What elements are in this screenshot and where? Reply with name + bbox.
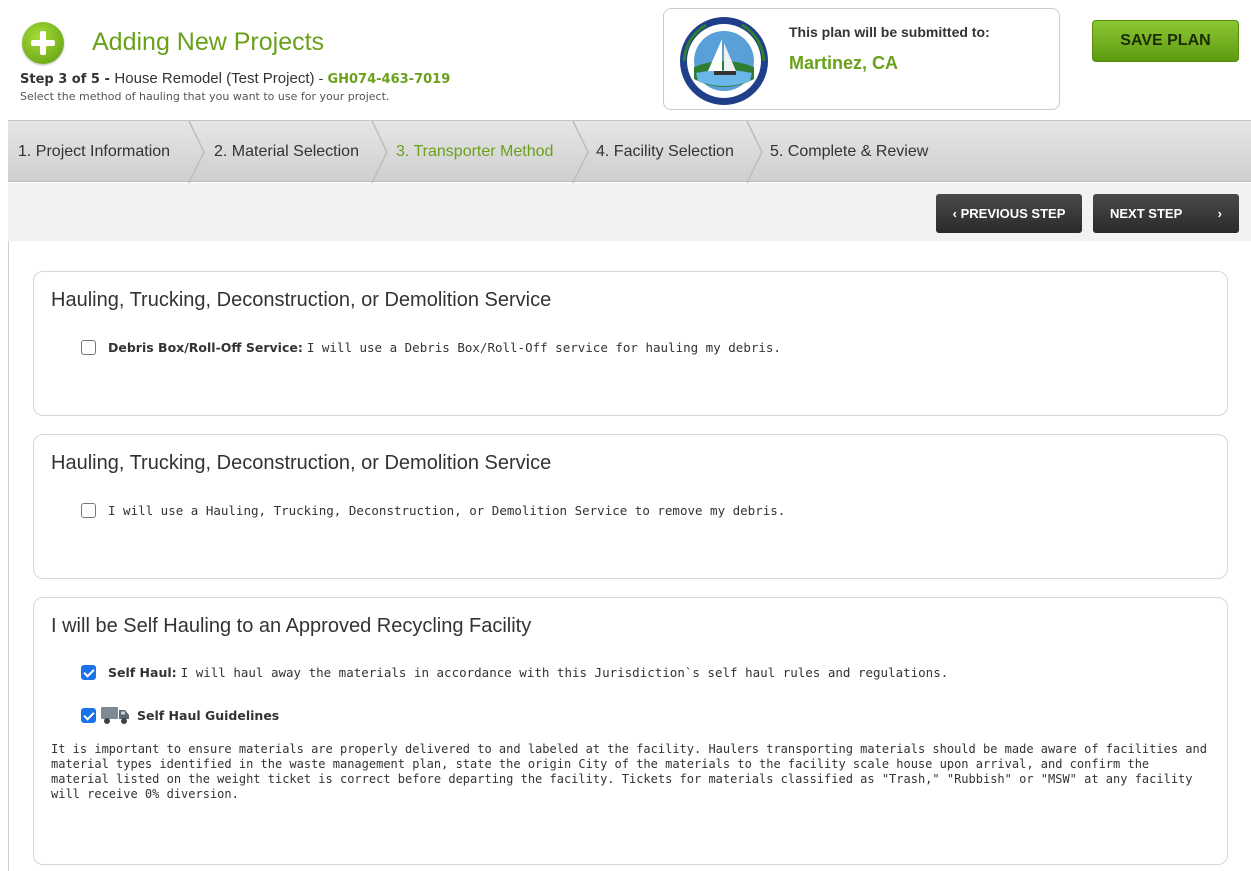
step-material-selection[interactable]: 2. Material Selection: [214, 121, 359, 183]
previous-step-label: PREVIOUS STEP: [960, 206, 1066, 221]
option-text: I will haul away the materials in accord…: [180, 665, 949, 680]
step-project-information[interactable]: 1. Project Information: [18, 121, 170, 183]
panel-title: I will be Self Hauling to an Approved Re…: [51, 615, 532, 637]
step-transporter-method[interactable]: 3. Transporter Method: [396, 121, 553, 183]
self-haul-panel: I will be Self Hauling to an Approved Re…: [33, 597, 1228, 865]
truck-icon: [101, 707, 129, 724]
hauling-service-panel: Hauling, Trucking, Deconstruction, or De…: [33, 434, 1228, 579]
step-description: Select the method of hauling that you wa…: [20, 90, 390, 103]
separator: -: [314, 72, 328, 87]
self-haul-guidelines-text: It is important to ensure materials are …: [51, 742, 1207, 801]
self-haul-guidelines-option[interactable]: Self Haul Guidelines: [81, 704, 283, 726]
debris-box-panel: Hauling, Trucking, Deconstruction, or De…: [33, 271, 1228, 416]
step-prefix: Step 3 of 5 -: [20, 72, 115, 87]
save-plan-button[interactable]: SAVE PLAN: [1092, 20, 1239, 62]
step-divider-icon: [746, 121, 764, 183]
step-divider-icon: [188, 121, 206, 183]
option-label: Self Haul:: [108, 665, 177, 680]
hauling-service-option[interactable]: I will use a Hauling, Trucking, Deconstr…: [81, 503, 785, 518]
page-title: Adding New Projects: [92, 28, 325, 56]
chevron-left-icon: ‹: [952, 206, 957, 221]
option-label: Debris Box/Roll-Off Service:: [108, 340, 303, 355]
guidelines-label: Self Haul Guidelines: [137, 707, 280, 723]
submission-city: Martinez, CA: [789, 53, 899, 73]
project-code: GH074-463-7019: [327, 72, 451, 87]
city-seal-icon: [680, 17, 768, 105]
next-step-label: NEXT STEP: [1110, 206, 1183, 221]
debris-box-checkbox[interactable]: [81, 340, 96, 355]
guidelines-checkbox[interactable]: [81, 707, 96, 723]
debris-box-option[interactable]: Debris Box/Roll-Off Service: I will use …: [81, 340, 781, 355]
panel-title: Hauling, Trucking, Deconstruction, or De…: [51, 452, 552, 474]
step-indicator: Step 3 of 5 - House Remodel (Test Projec…: [20, 70, 450, 87]
step-complete-review[interactable]: 5. Complete & Review: [770, 121, 928, 183]
self-haul-option[interactable]: Self Haul: I will haul away the material…: [81, 665, 948, 680]
progress-steps: 1. Project Information 2. Material Selec…: [8, 120, 1251, 183]
page-header: Adding New Projects Step 3 of 5 - House …: [0, 0, 1251, 120]
step-navigation: ‹ PREVIOUS STEP NEXT STEP ›: [8, 183, 1251, 241]
panel-title: Hauling, Trucking, Deconstruction, or De…: [51, 289, 552, 311]
content-border: [8, 241, 9, 871]
project-name: House Remodel (Test Project): [114, 70, 315, 87]
previous-step-button[interactable]: ‹ PREVIOUS STEP: [936, 194, 1082, 233]
self-haul-checkbox[interactable]: [81, 665, 96, 680]
step-divider-icon: [371, 121, 389, 183]
chevron-right-icon: ›: [1217, 206, 1222, 221]
option-text: I will use a Hauling, Trucking, Deconstr…: [108, 503, 786, 518]
submission-label: This plan will be submitted to:: [789, 24, 990, 40]
hauling-service-checkbox[interactable]: [81, 503, 96, 518]
step-facility-selection[interactable]: 4. Facility Selection: [596, 121, 734, 183]
next-step-button[interactable]: NEXT STEP ›: [1093, 194, 1239, 233]
option-text: I will use a Debris Box/Roll-Off service…: [306, 340, 781, 355]
add-icon: [22, 22, 64, 64]
step-divider-icon: [572, 121, 590, 183]
submission-box: This plan will be submitted to: Martinez…: [663, 8, 1060, 110]
